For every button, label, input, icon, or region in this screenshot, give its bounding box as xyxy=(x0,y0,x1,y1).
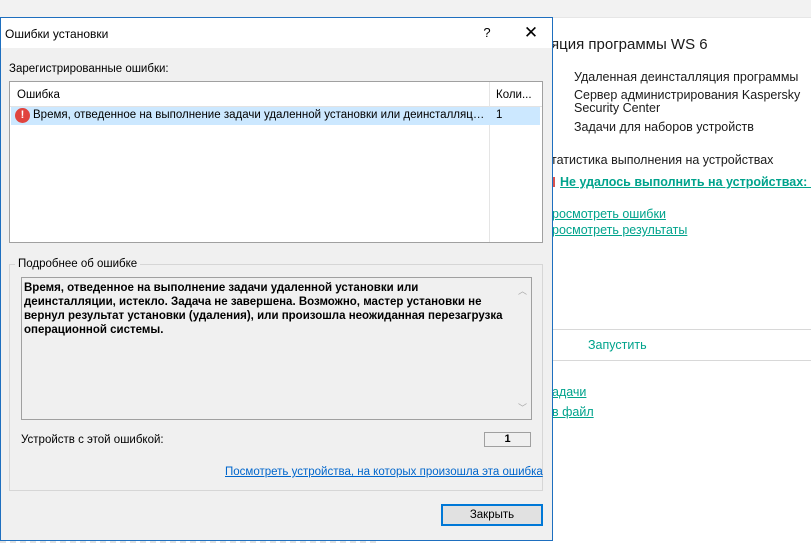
column-separator[interactable] xyxy=(489,82,490,242)
registered-errors-label: Зарегистрированные ошибки: xyxy=(9,63,169,75)
devices-count-field: 1 xyxy=(484,432,531,447)
bg-stats-title: татистика выполнения на устройствах xyxy=(551,153,774,167)
bg-export-link[interactable]: в файл xyxy=(552,405,594,419)
close-icon[interactable]: ✕ xyxy=(516,22,546,44)
error-details-textbox[interactable]: Время, отведенное на выполнение задачи у… xyxy=(21,277,532,420)
scroll-up-icon[interactable]: ︿ xyxy=(518,284,527,297)
bg-admin-server-cont: Security Center xyxy=(574,101,661,115)
error-details-legend: Подробнее об ошибке xyxy=(15,258,141,270)
view-devices-link[interactable]: Посмотреть устройства, на которых произо… xyxy=(225,466,543,478)
errors-list[interactable]: Ошибка Коли... ! Время, отведенное на вы… xyxy=(9,81,543,243)
column-header-error[interactable]: Ошибка xyxy=(17,89,60,101)
error-details-group: Подробнее об ошибке Время, отведенное на… xyxy=(9,258,543,491)
count-cell: 1 xyxy=(496,109,503,121)
bg-tasks-link[interactable]: адачи xyxy=(552,385,586,399)
bg-admin-server: Сервер администрирования Kaspersky xyxy=(574,88,801,102)
help-button[interactable]: ? xyxy=(473,22,501,44)
error-details-text: Время, отведенное на выполнение задачи у… xyxy=(24,282,503,336)
bg-failed-devices-link[interactable]: Не удалось выполнить на устройствах: 1 xyxy=(560,175,811,189)
dialog-titlebar[interactable]: Ошибки установки ? ✕ xyxy=(1,18,552,48)
scroll-down-icon[interactable]: ﹀ xyxy=(518,401,527,414)
error-icon: ! xyxy=(15,108,30,123)
bg-task-type: Удаленная деинсталляция программы xyxy=(574,70,799,84)
dialog-title: Ошибки установки xyxy=(5,27,109,41)
bg-page-title: яция программы WS 6 xyxy=(551,36,708,53)
devices-with-error-label: Устройств с этой ошибкой: xyxy=(21,434,164,446)
bg-task-group: Задачи для наборов устройств xyxy=(574,120,754,134)
table-row[interactable]: ! Время, отведенное на выполнение задачи… xyxy=(11,107,540,125)
bg-view-errors-link[interactable]: росмотреть ошибки xyxy=(552,207,666,221)
close-button[interactable]: Закрыть xyxy=(441,504,543,526)
error-cell: Время, отведенное на выполнение задачи у… xyxy=(33,109,485,121)
install-errors-dialog: Ошибки установки ? ✕ Зарегистрированные … xyxy=(0,17,553,541)
bg-view-results-link[interactable]: росмотреть результаты xyxy=(552,223,687,237)
background-top-bar xyxy=(0,0,811,18)
column-header-count[interactable]: Коли... xyxy=(496,89,532,101)
bg-run-button[interactable]: Запустить xyxy=(588,338,647,352)
bg-run-bar[interactable]: Запустить xyxy=(553,329,811,361)
errors-list-header: Ошибка Коли... xyxy=(10,82,542,107)
